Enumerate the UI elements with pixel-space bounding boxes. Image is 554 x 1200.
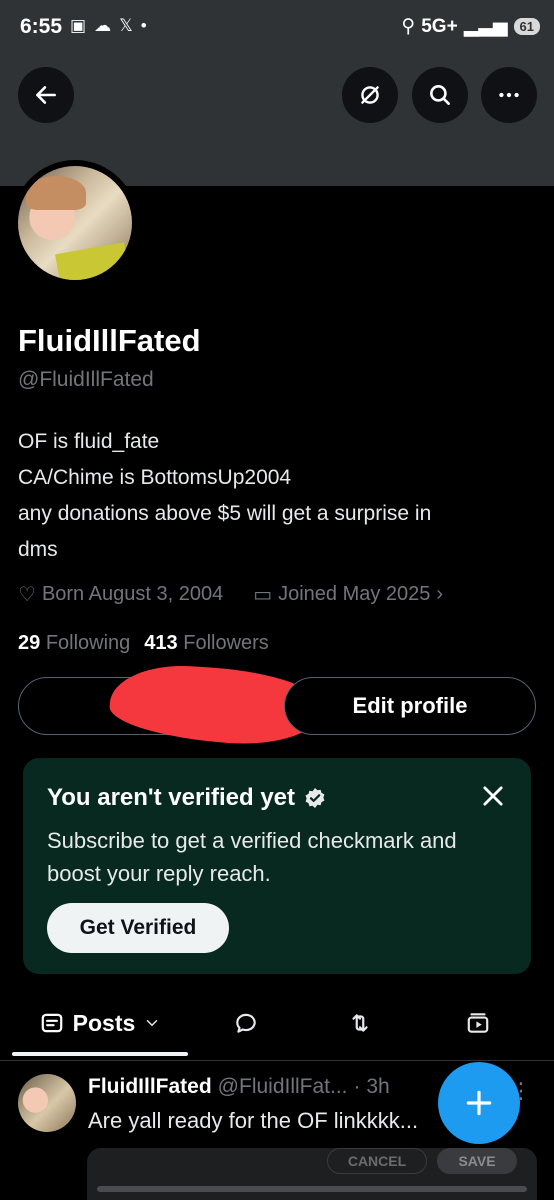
calendar-icon: ▭ xyxy=(253,584,273,606)
avatar-image xyxy=(18,166,132,280)
chevron-down-icon xyxy=(147,1020,158,1027)
plus-icon xyxy=(466,1090,492,1116)
followers-link[interactable]: 413 Followers xyxy=(144,632,269,655)
profile-avatar[interactable] xyxy=(12,160,138,286)
active-tab-indicator xyxy=(12,1052,188,1056)
status-right: ⚲ 5G+ ▂▃▅ 61 xyxy=(401,15,540,38)
screenshot-icon: ▣ xyxy=(70,16,87,35)
media-icon xyxy=(467,1013,489,1033)
profile-bio: OF is fluid_fate CA/Chime is BottomsUp20… xyxy=(18,424,518,568)
location-icon: ⚲ xyxy=(401,16,416,37)
x-app-icon: 𝕏 xyxy=(119,16,133,35)
compose-button[interactable] xyxy=(438,1062,520,1144)
dot-icon: • xyxy=(140,16,147,35)
bio-line: any donations above $5 will get a surpri… xyxy=(18,502,432,525)
sheet-scrollbar xyxy=(97,1186,527,1192)
search-button[interactable] xyxy=(412,67,468,123)
edit-profile-button[interactable]: Edit profile xyxy=(284,677,536,735)
post-author-handle: @FluidIllFat... xyxy=(217,1075,348,1098)
post-time: · 3h xyxy=(353,1075,390,1098)
tab-posts-label: Posts xyxy=(72,1009,136,1036)
profile-name: FluidIllFated xyxy=(18,323,201,358)
close-icon[interactable] xyxy=(479,782,507,810)
signal-icon: ▂▃▅ xyxy=(463,16,508,37)
tabs-divider xyxy=(0,1060,554,1061)
back-button[interactable] xyxy=(18,67,74,123)
verify-description: Subscribe to get a verified checkmark an… xyxy=(47,828,457,886)
bio-line: CA/Chime is BottomsUp2004 xyxy=(18,466,292,489)
reply-icon xyxy=(236,1013,256,1033)
following-link[interactable]: 29 Following xyxy=(18,632,130,655)
profile-handle: @FluidIllFated xyxy=(18,368,154,391)
status-time: 6:55 xyxy=(20,15,63,38)
verified-badge-icon xyxy=(305,788,325,808)
search-icon xyxy=(430,85,450,105)
birthday-icon: ♡ xyxy=(18,584,36,606)
chevron-right-icon[interactable]: › xyxy=(436,583,443,606)
cancel-button[interactable]: CANCEL xyxy=(327,1148,427,1174)
network-label: 5G+ xyxy=(421,15,458,37)
arrow-left-icon xyxy=(36,86,56,104)
tab-media[interactable] xyxy=(448,995,508,1051)
edit-profile-label: Edit profile xyxy=(352,693,468,718)
notification-icons: ▣ ☁ 𝕏 • xyxy=(70,16,147,36)
bottom-sheet: CANCEL SAVE xyxy=(87,1148,537,1200)
more-button[interactable] xyxy=(481,67,537,123)
weather-icon: ☁ xyxy=(94,16,112,35)
verify-card: You aren't verified yet Subscribe to get… xyxy=(23,758,531,974)
tab-posts[interactable]: Posts xyxy=(12,995,188,1051)
verify-title: You aren't verified yet xyxy=(47,784,327,812)
more-horizontal-icon xyxy=(499,92,519,98)
grok-icon xyxy=(361,86,379,104)
post-author-name[interactable]: FluidIllFated xyxy=(88,1075,212,1099)
repost-icon xyxy=(352,1014,368,1032)
save-button[interactable]: SAVE xyxy=(437,1148,517,1174)
grok-button[interactable] xyxy=(342,67,398,123)
get-verified-button[interactable]: Get Verified xyxy=(47,903,229,953)
post-header: FluidIllFated @FluidIllFat... · 3h xyxy=(88,1075,390,1099)
posts-icon xyxy=(41,1013,62,1033)
born-date: Born August 3, 2004 xyxy=(41,583,224,605)
tab-reposts[interactable] xyxy=(330,995,390,1051)
post-text[interactable]: Are yall ready for the OF linkkkk... xyxy=(88,1108,418,1134)
joined-date[interactable]: Joined May 2025 xyxy=(278,583,430,606)
post-avatar[interactable] xyxy=(18,1074,76,1132)
profile-tabs: Posts xyxy=(0,995,554,1056)
bio-line: dms xyxy=(18,538,58,561)
profile-meta: ♡ Born August 3, 2004 ▭ Joined May 2025 … xyxy=(18,582,443,607)
battery-indicator: 61 xyxy=(513,18,540,35)
bio-line: OF is fluid_fate xyxy=(18,430,160,453)
status-bar: 6:55 ▣ ☁ 𝕏 • ⚲ 5G+ ▂▃▅ 61 xyxy=(0,0,554,56)
tab-replies[interactable] xyxy=(216,995,276,1051)
profile-stats: 29 Following 413 Followers xyxy=(18,632,269,655)
